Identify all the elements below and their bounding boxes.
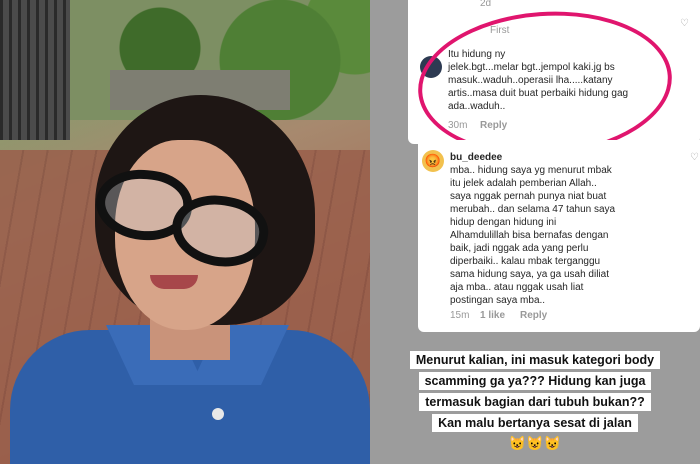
smile xyxy=(150,275,198,289)
reply-likes[interactable]: 1 like xyxy=(480,310,505,321)
caption-line-3: termasuk bagian dari tubuh bukan?? xyxy=(419,393,651,411)
reply-avatar-emoji[interactable]: 😡 xyxy=(422,150,444,172)
shirt-button xyxy=(212,408,224,420)
caption-line-4: Kan malu bertanya sesat di jalan xyxy=(432,414,638,432)
caption-line-1: Menurut kalian, ini masuk kategori body xyxy=(409,351,661,369)
reply-heart-icon[interactable]: ♡ xyxy=(690,152,699,163)
story-frame: 2d First ♡ Itu hidung ny jelek.bgt...mel… xyxy=(0,0,700,464)
comment-screenshot: 2d First ♡ Itu hidung ny jelek.bgt...mel… xyxy=(370,0,700,464)
reply-time: 15m xyxy=(450,310,470,321)
selfie-photo xyxy=(0,0,370,464)
cat-emojis: 😺😺😺 xyxy=(508,435,562,451)
caption-line-2: scamming ga ya??? Hidung kan juga xyxy=(418,372,652,390)
reply-comment-card: 😡 bu_deedee ♡ mba.. hidung saya yg menur… xyxy=(418,140,700,332)
reply-reply-button[interactable]: Reply xyxy=(520,310,547,321)
iron-gate xyxy=(0,0,70,140)
reply-username[interactable]: bu_deedee xyxy=(450,151,502,164)
heart-icon[interactable]: ♡ xyxy=(680,18,689,29)
reply-comment-text: mba.. hidung saya yg menurut mbak itu je… xyxy=(450,165,616,306)
story-caption: Menurut kalian, ini masuk kategori body … xyxy=(370,348,700,452)
post-age: 2d xyxy=(480,0,492,9)
